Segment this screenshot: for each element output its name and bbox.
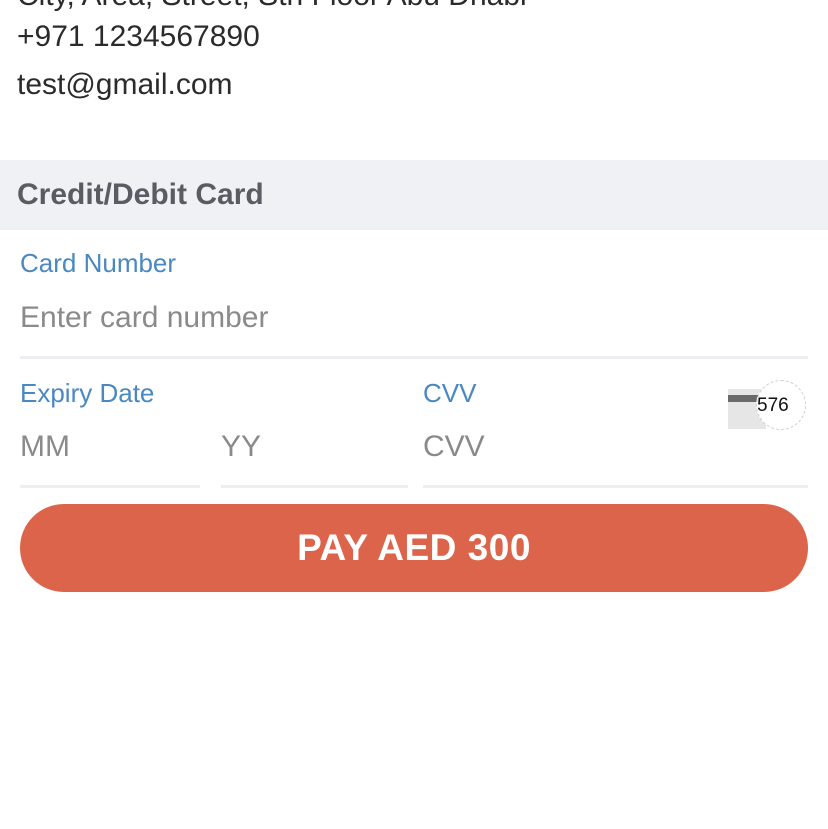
- cvv-hint-digits: 576: [757, 395, 789, 416]
- expiry-month-input[interactable]: [20, 427, 200, 467]
- pay-button[interactable]: PAY AED 300: [20, 504, 808, 592]
- payment-screen: City, Area, Street, Sth Floor Abu Dhabi …: [0, 0, 828, 829]
- phone-number: +971 1234567890: [17, 20, 260, 53]
- card-number-underline: [20, 356, 808, 359]
- cvv-underline: [423, 485, 808, 488]
- payment-section-header: Credit/Debit Card: [0, 160, 828, 230]
- address-line: City, Area, Street, Sth Floor Abu Dhabi: [17, 0, 527, 14]
- expiry-month-underline: [20, 485, 200, 488]
- expiry-date-label: Expiry Date: [20, 378, 155, 408]
- cvv-label: CVV: [423, 378, 477, 408]
- section-title: Credit/Debit Card: [17, 178, 264, 211]
- cvv-input[interactable]: [423, 427, 713, 467]
- expiry-year-input[interactable]: [221, 427, 408, 467]
- card-number-input[interactable]: [20, 298, 800, 338]
- email-address: test@gmail.com: [17, 68, 233, 101]
- expiry-year-underline: [221, 485, 408, 488]
- card-number-label: Card Number: [20, 248, 177, 278]
